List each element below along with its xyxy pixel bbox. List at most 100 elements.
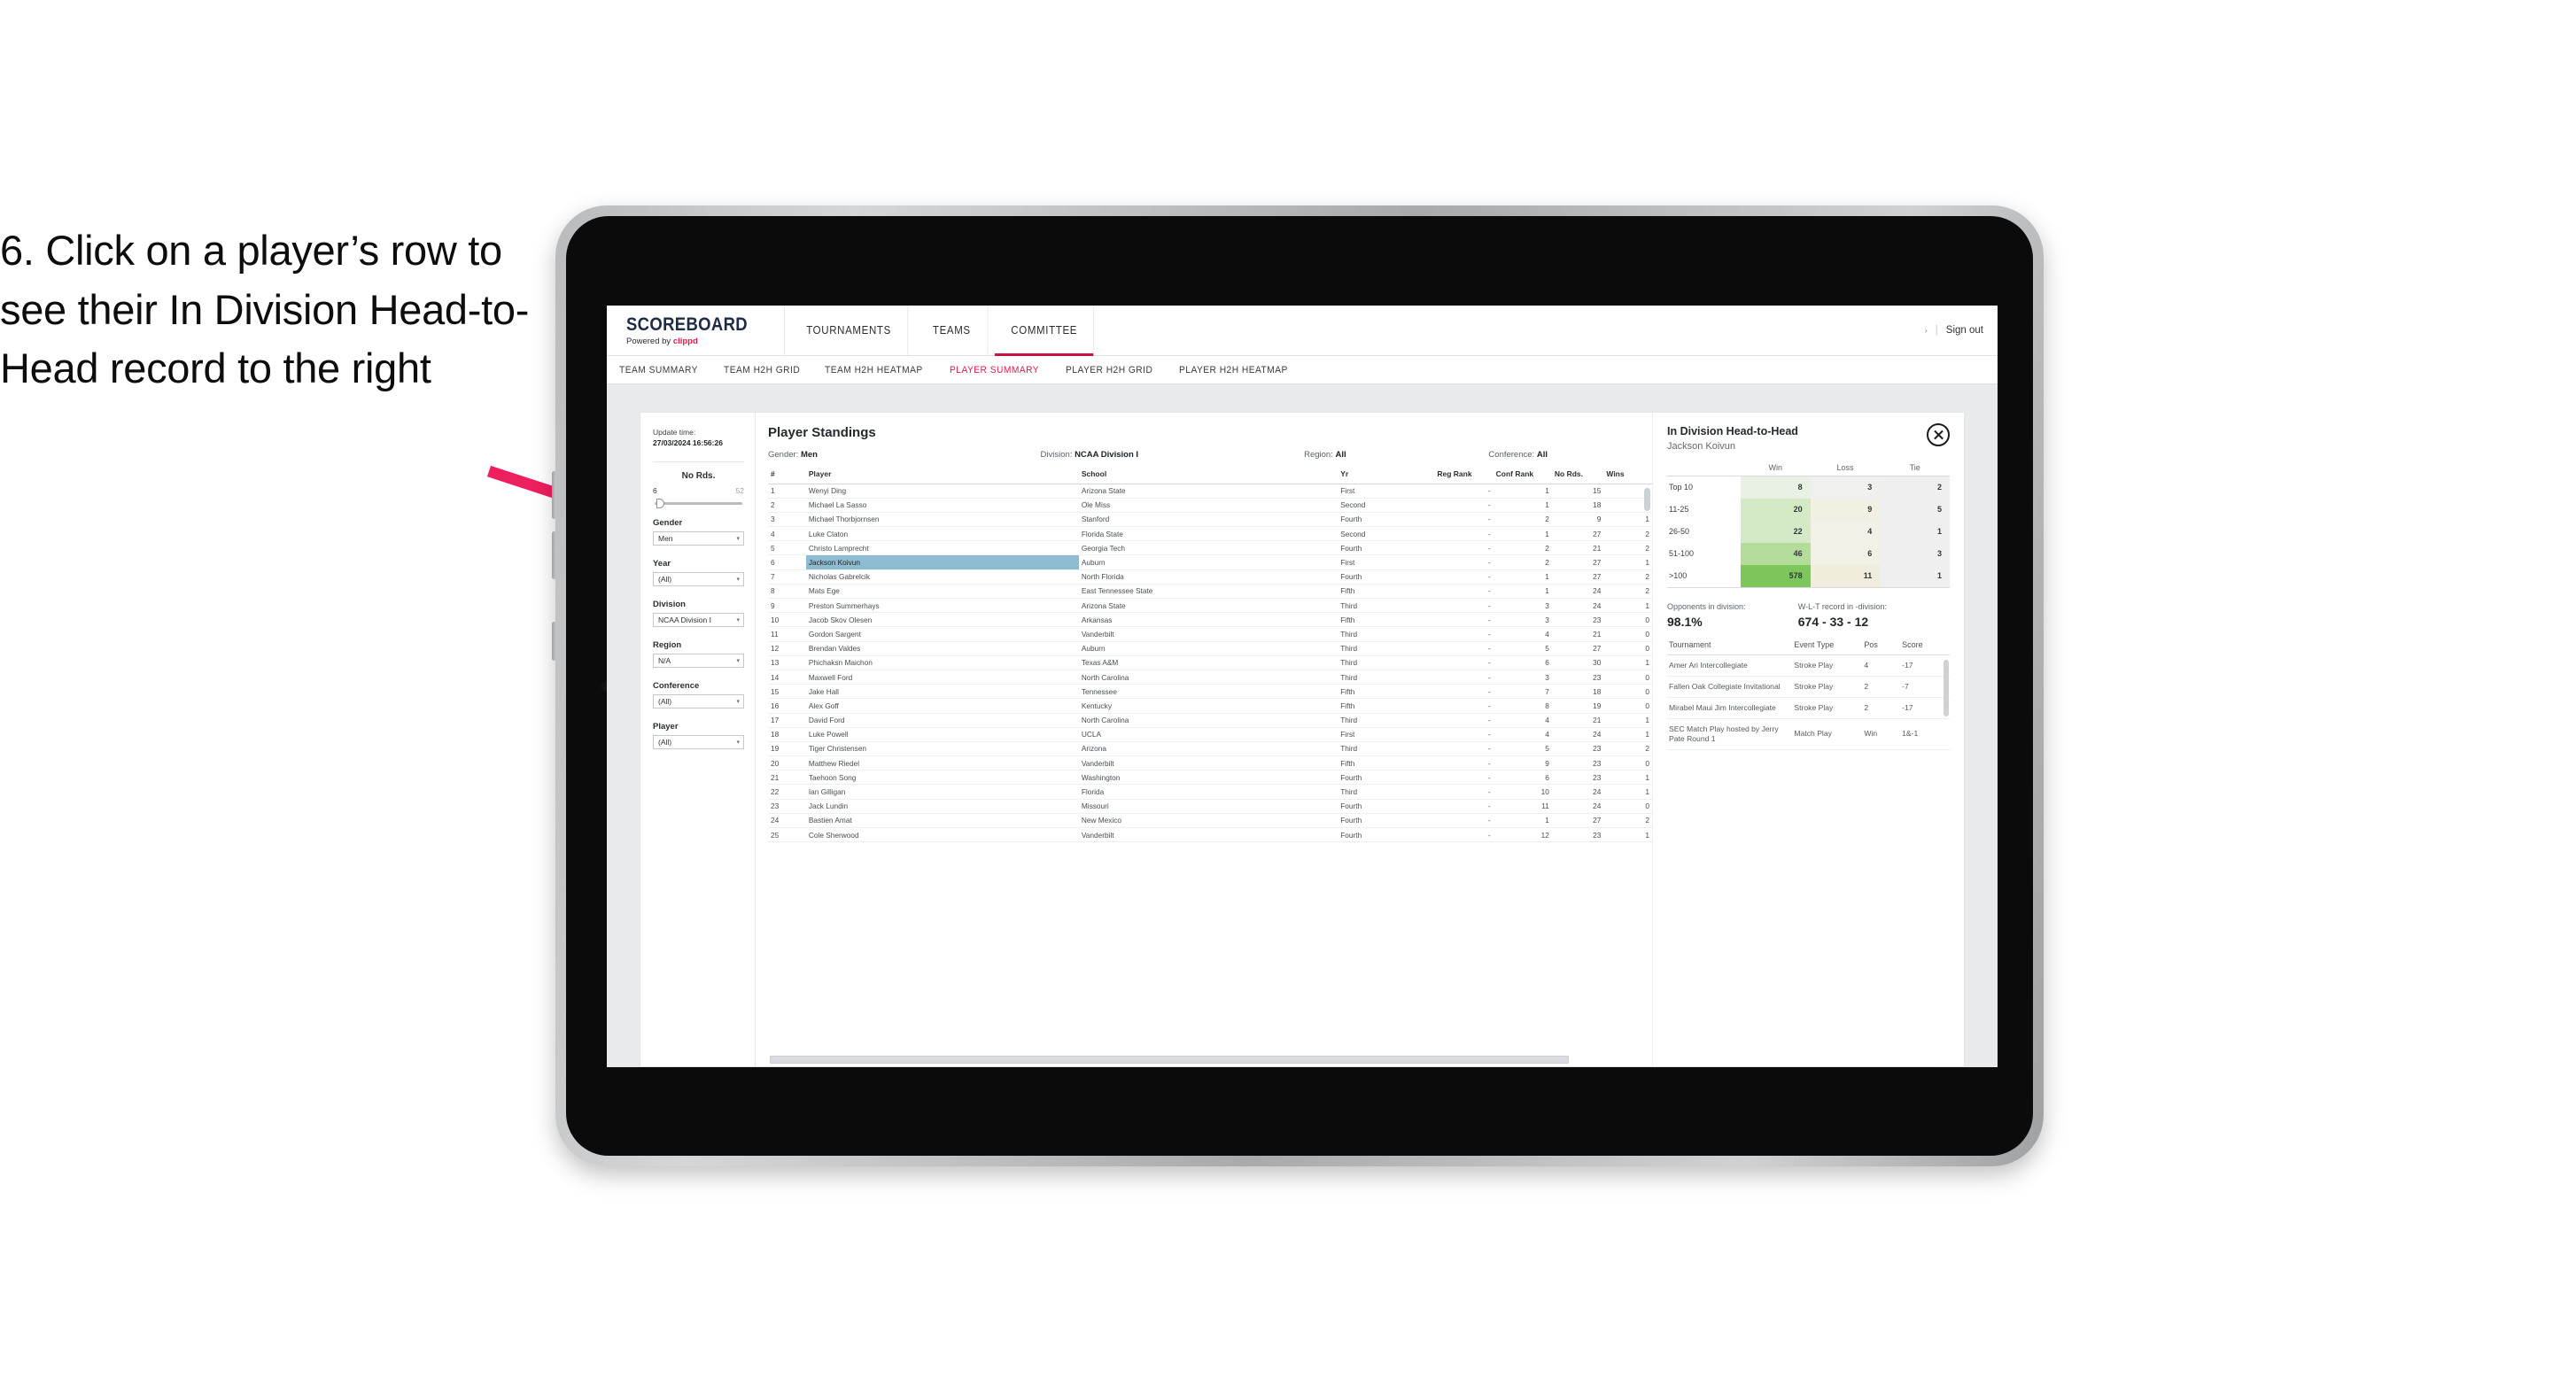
tab-team-h2h-heatmap[interactable]: TEAM H2H HEATMAP bbox=[825, 365, 923, 376]
table-row[interactable]: 17 David Ford North Carolina Third -4 21 1 bbox=[768, 713, 1652, 728]
cell-player: Cole Sherwood bbox=[805, 827, 1079, 843]
cell-school: Stanford bbox=[1078, 512, 1338, 528]
table-row[interactable]: 9 Preston Summerhays Arizona State Third -3 2… bbox=[768, 598, 1652, 614]
cell-conf-rank: 4 bbox=[1493, 727, 1552, 742]
tournament-row[interactable]: Mirabel Maui Jim Intercollegiate Stroke P… bbox=[1667, 697, 1950, 719]
filter-sidebar: Update time: 27/03/2024 16:56:26 No Rds.… bbox=[640, 413, 756, 1066]
table-row[interactable]: 24 Bastien Amat New Mexico Fourth -1 27 2 bbox=[768, 813, 1652, 829]
no-rounds-slider-handle[interactable] bbox=[656, 498, 664, 508]
cell-no-rounds: 21 bbox=[1551, 626, 1604, 642]
power-button[interactable] bbox=[552, 622, 556, 661]
h2h-corner-cell bbox=[1667, 462, 1741, 476]
cell-tournament-name: Fallen Oak Collegiate Invitational bbox=[1667, 676, 1793, 698]
col-header-pos[interactable]: Pos bbox=[1862, 639, 1901, 655]
tab-player-summary[interactable]: PLAYER SUMMARY bbox=[950, 365, 1039, 376]
sign-out-link[interactable]: Sign out bbox=[1946, 325, 1983, 336]
table-row[interactable]: 22 Ian Gilligan Florida Third -10 24 1 bbox=[768, 784, 1652, 800]
standings-vertical-scrollbar[interactable] bbox=[1644, 488, 1650, 511]
table-row[interactable]: 21 Taehoon Song Washington Fourth -6 23 1 bbox=[768, 770, 1652, 786]
col-header-tournament[interactable]: Tournament bbox=[1667, 639, 1793, 655]
nav-item-teams[interactable]: TEAMS bbox=[916, 306, 988, 355]
cell-conf-rank: 1 bbox=[1493, 484, 1552, 499]
close-icon[interactable] bbox=[1927, 423, 1950, 446]
table-row[interactable]: 7 Nicholas Gabrelcik North Florida Fourth -1… bbox=[768, 569, 1652, 585]
table-row[interactable]: 5 Christo Lamprecht Georgia Tech Fourth -2 21… bbox=[768, 540, 1652, 556]
table-row[interactable]: 8 Mats Ege East Tennessee State Fifth -1 24 2 bbox=[768, 584, 1652, 600]
app-logo[interactable]: SCOREBOARD Powered by clippd bbox=[607, 306, 785, 355]
table-row[interactable]: 6 Jackson Koivun Auburn First -2 27 1 bbox=[768, 554, 1652, 570]
cell-wins: 1 bbox=[1603, 598, 1652, 614]
table-row[interactable]: 23 Jack Lundin Missouri Fourth -11 24 0 bbox=[768, 799, 1652, 814]
table-row[interactable]: 1Wenyi DingArizona StateFirst-1151 bbox=[768, 484, 1652, 499]
table-row[interactable]: 3 Michael Thorbjornsen Stanford Fourth -2 9 1 bbox=[768, 512, 1652, 528]
tab-team-summary[interactable]: TEAM SUMMARY bbox=[619, 365, 698, 376]
cell-year: Fourth bbox=[1338, 540, 1435, 556]
volume-up-button[interactable] bbox=[552, 471, 556, 519]
table-row[interactable]: 2Michael La SassoOle MissSecond-1180 bbox=[768, 498, 1652, 513]
h2h-heatmap-table: Win Loss Tie Top 10 8 3 2 11-25 20 9 5 26-50 22 4 1… bbox=[1667, 462, 1950, 588]
nav-item-tournaments[interactable]: TOURNAMENTS bbox=[789, 306, 908, 355]
col-header-player[interactable]: Player bbox=[805, 470, 1079, 484]
cell-reg-rank: - bbox=[1434, 698, 1494, 714]
update-time-label: Update time: bbox=[653, 428, 696, 437]
cell-wins: 2 bbox=[1603, 741, 1652, 757]
volume-down-button[interactable] bbox=[552, 531, 556, 579]
cell-conf-rank: 5 bbox=[1493, 641, 1552, 656]
tournament-row[interactable]: SEC Match Play hosted by Jerry Pate Roun… bbox=[1667, 718, 1950, 750]
nav-item-committee[interactable]: COMMITTEE bbox=[995, 306, 1095, 356]
tournament-row[interactable]: Amer Ari Intercollegiate Stroke Play 4 -17 bbox=[1667, 654, 1950, 677]
col-header-conf-rank[interactable]: Conf Rank bbox=[1493, 470, 1552, 484]
filter-gender-label: Gender bbox=[653, 517, 683, 528]
no-rounds-slider-track[interactable] bbox=[655, 498, 742, 508]
tournament-row[interactable]: Fallen Oak Collegiate Invitational Stroke… bbox=[1667, 676, 1950, 698]
table-row[interactable]: 18 Luke Powell UCLA First -4 24 1 bbox=[768, 727, 1652, 742]
table-row[interactable]: 20 Matthew Riedel Vanderbilt Fifth -9 23 0 bbox=[768, 755, 1652, 771]
cell-school: Vanderbilt bbox=[1078, 827, 1338, 843]
cell-reg-rank: - bbox=[1434, 813, 1494, 829]
heatmap-row-label: 51-100 bbox=[1667, 542, 1741, 565]
table-row[interactable]: 10 Jacob Skov Olesen Arkansas Fifth -3 23 0 bbox=[768, 612, 1652, 628]
filter-region-select[interactable]: N/A ▾ bbox=[653, 653, 744, 668]
standings-table-body: 1Wenyi DingArizona StateFirst-11512Micha… bbox=[768, 484, 1652, 843]
filter-conference-label: Conference bbox=[653, 680, 700, 691]
cell-no-rounds: 19 bbox=[1551, 698, 1604, 714]
cell-school: Arkansas bbox=[1078, 612, 1338, 628]
filter-gender-select[interactable]: Men ▾ bbox=[653, 530, 744, 546]
summary-gender: Gender: Men bbox=[768, 450, 1041, 460]
tab-team-h2h-grid[interactable]: TEAM H2H GRID bbox=[724, 365, 800, 376]
filter-division-select[interactable]: NCAA Division I ▾ bbox=[653, 612, 744, 627]
col-header-year[interactable]: Yr bbox=[1338, 470, 1435, 484]
filter-year-select[interactable]: (All) ▾ bbox=[653, 571, 744, 586]
filter-player-select[interactable]: (All) ▾ bbox=[653, 734, 744, 749]
table-row[interactable]: 25 Cole Sherwood Vanderbilt Fourth -12 23 1 bbox=[768, 827, 1652, 843]
cell-rank: 24 bbox=[768, 813, 806, 829]
col-header-rank[interactable]: # bbox=[768, 470, 806, 484]
table-row[interactable]: 11 Gordon Sargent Vanderbilt Third -4 21 0 bbox=[768, 626, 1652, 642]
table-row[interactable]: 19 Tiger Christensen Arizona Third -5 23 2 bbox=[768, 741, 1652, 757]
table-row[interactable]: 14 Maxwell Ford North Carolina Third -3 23 0 bbox=[768, 670, 1652, 685]
opponents-stat: Opponents in division: 98.1% bbox=[1667, 602, 1786, 629]
tab-player-h2h-grid[interactable]: PLAYER H2H GRID bbox=[1066, 365, 1152, 376]
cell-wins: 2 bbox=[1603, 540, 1652, 556]
cell-rank: 4 bbox=[768, 526, 806, 542]
table-row[interactable]: 15 Jake Hall Tennessee Fifth -7 18 0 bbox=[768, 684, 1652, 700]
h2h-col-loss: Loss bbox=[1810, 462, 1881, 476]
col-header-score[interactable]: Score bbox=[1900, 639, 1950, 655]
col-header-wins[interactable]: Wins bbox=[1603, 470, 1652, 484]
standings-horizontal-scrollbar[interactable] bbox=[770, 1056, 1569, 1064]
cell-no-rounds: 23 bbox=[1551, 755, 1604, 771]
cell-year: Fifth bbox=[1338, 584, 1435, 600]
table-row[interactable]: 12 Brendan Valdes Auburn Third -5 27 0 bbox=[768, 641, 1652, 656]
col-header-event-type[interactable]: Event Type bbox=[1792, 639, 1863, 655]
cell-rank: 11 bbox=[768, 626, 806, 642]
col-header-reg-rank[interactable]: Reg Rank bbox=[1434, 470, 1494, 484]
table-row[interactable]: 16 Alex Goff Kentucky Fifth -8 19 0 bbox=[768, 698, 1652, 714]
col-header-no-rounds[interactable]: No Rds. bbox=[1551, 470, 1604, 484]
cell-reg-rank: - bbox=[1434, 655, 1494, 670]
col-header-school[interactable]: School bbox=[1078, 470, 1338, 484]
table-row[interactable]: 4 Luke Claton Florida State Second -1 27 2 bbox=[768, 526, 1652, 542]
tournament-vertical-scrollbar[interactable] bbox=[1944, 659, 1949, 716]
tab-player-h2h-heatmap[interactable]: PLAYER H2H HEATMAP bbox=[1179, 365, 1288, 376]
table-row[interactable]: 13 Phichaksn Maichon Texas A&M Third -6 30 1 bbox=[768, 655, 1652, 670]
filter-conference-select[interactable]: (All) ▾ bbox=[653, 693, 744, 708]
